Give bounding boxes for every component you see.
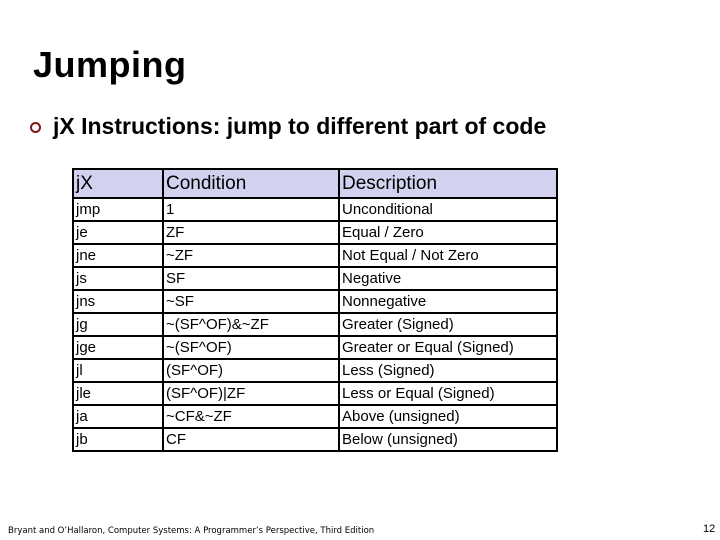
condition-cell: ~(SF^OF) [162, 335, 340, 360]
instruction-cell: js [72, 266, 164, 291]
instruction-cell: jns [72, 289, 164, 314]
hollow-circle-bullet-icon [30, 122, 41, 133]
table-row: jb CF Below (unsigned) [72, 427, 558, 452]
description-cell: Less (Signed) [338, 358, 558, 383]
condition-cell: ~SF [162, 289, 340, 314]
condition-cell: (SF^OF) [162, 358, 340, 383]
description-cell: Nonnegative [338, 289, 558, 314]
instruction-cell: jle [72, 381, 164, 406]
condition-cell: CF [162, 427, 340, 452]
table-row: jmp 1 Unconditional [72, 197, 558, 222]
jump-instructions-table: jX Condition Description jmp 1 Uncondition… [72, 168, 558, 452]
instruction-cell: jg [72, 312, 164, 337]
table-row: jl (SF^OF) Less (Signed) [72, 358, 558, 383]
instruction-cell: jmp [72, 197, 164, 222]
instruction-cell: jl [72, 358, 164, 383]
condition-cell: ~ZF [162, 243, 340, 268]
description-cell: Less or Equal (Signed) [338, 381, 558, 406]
condition-cell: SF [162, 266, 340, 291]
instruction-cell: jb [72, 427, 164, 452]
table-row: jge ~(SF^OF) Greater or Equal (Signed) [72, 335, 558, 360]
description-cell: Below (unsigned) [338, 427, 558, 452]
condition-cell: 1 [162, 197, 340, 222]
description-cell: Unconditional [338, 197, 558, 222]
condition-cell: ~CF&~ZF [162, 404, 340, 429]
description-cell: Greater or Equal (Signed) [338, 335, 558, 360]
condition-cell: ~(SF^OF)&~ZF [162, 312, 340, 337]
instruction-cell: je [72, 220, 164, 245]
table-row: jg ~(SF^OF)&~ZF Greater (Signed) [72, 312, 558, 337]
bullet-point: jX Instructions: jump to different part … [30, 113, 546, 140]
table-row: jne ~ZF Not Equal / Not Zero [72, 243, 558, 268]
instruction-cell: ja [72, 404, 164, 429]
table-row: jle (SF^OF)|ZF Less or Equal (Signed) [72, 381, 558, 406]
slide-title: Jumping [33, 44, 187, 85]
header-description: Description [338, 168, 558, 199]
description-cell: Greater (Signed) [338, 312, 558, 337]
table-row: je ZF Equal / Zero [72, 220, 558, 245]
instruction-cell: jge [72, 335, 164, 360]
bullet-text: jX Instructions: jump to different part … [53, 113, 547, 139]
description-cell: Above (unsigned) [338, 404, 558, 429]
table-row: ja ~CF&~ZF Above (unsigned) [72, 404, 558, 429]
description-cell: Equal / Zero [338, 220, 558, 245]
description-cell: Negative [338, 266, 558, 291]
table-row: js SF Negative [72, 266, 558, 291]
condition-cell: (SF^OF)|ZF [162, 381, 340, 406]
header-condition: Condition [162, 168, 340, 199]
condition-cell: ZF [162, 220, 340, 245]
description-cell: Not Equal / Not Zero [338, 243, 558, 268]
instruction-cell: jne [72, 243, 164, 268]
table-row: jns ~SF Nonnegative [72, 289, 558, 314]
page-number: 12 [703, 523, 716, 535]
header-jx: jX [72, 168, 164, 199]
table-header-row: jX Condition Description [72, 168, 558, 199]
footer-citation: Bryant and O’Hallaron, Computer Systems:… [8, 526, 375, 536]
